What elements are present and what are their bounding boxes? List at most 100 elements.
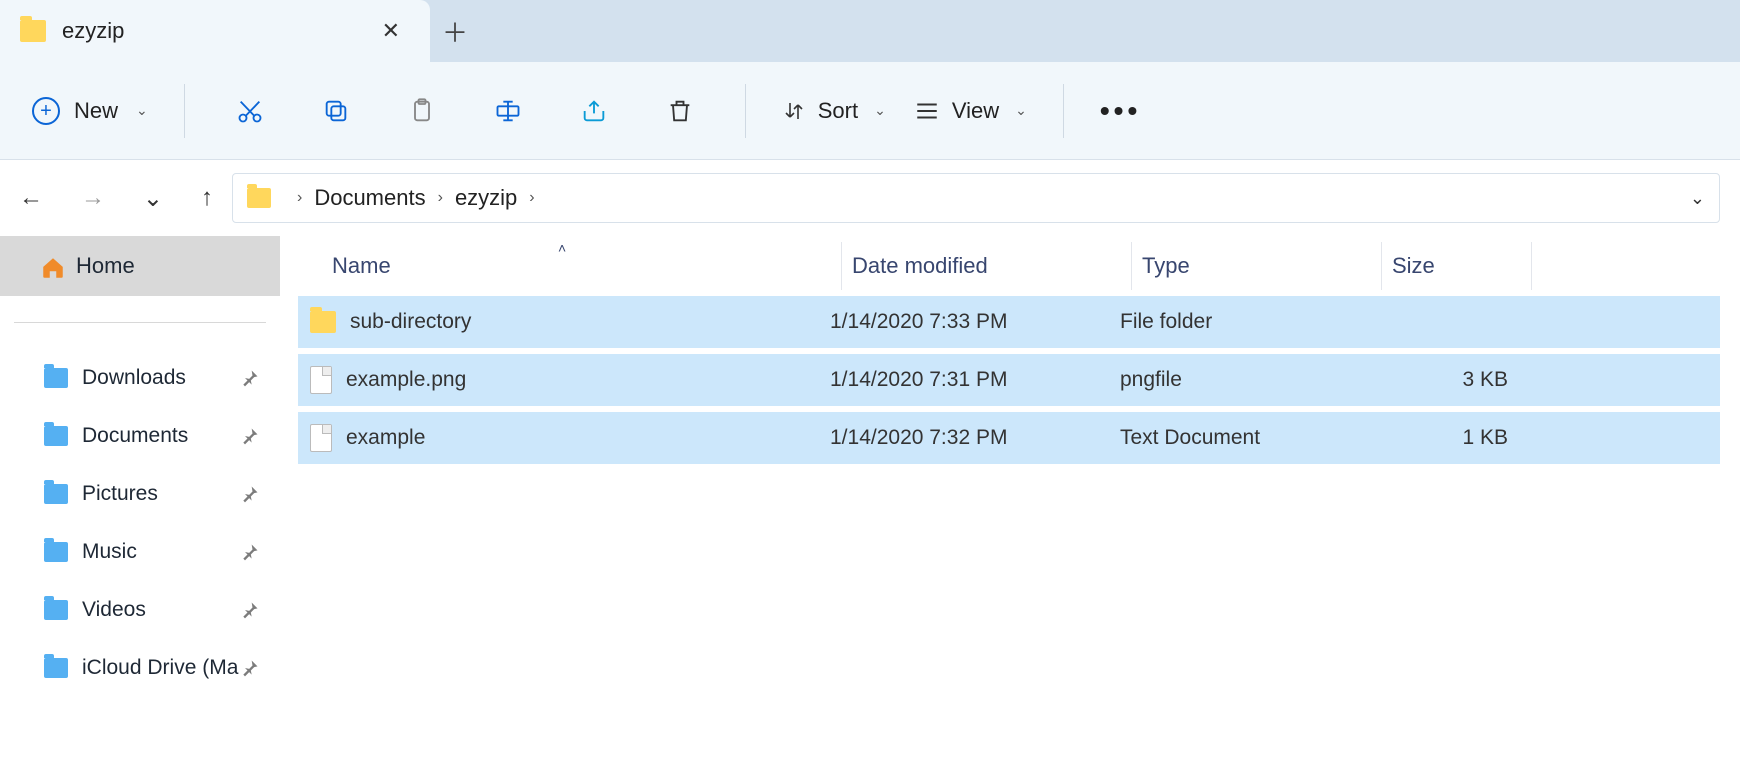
folder-icon (20, 20, 46, 42)
sidebar-item[interactable]: iCloud Drive (Ma (0, 639, 280, 697)
cell-type: Text Document (1120, 426, 1370, 450)
separator (184, 84, 185, 138)
sidebar-item[interactable]: Music (0, 523, 280, 581)
folder-icon (44, 368, 68, 388)
file-icon (310, 366, 332, 394)
sidebar: Home Downloads Documents Pictures Music … (0, 236, 280, 770)
cell-name: sub-directory (310, 310, 830, 334)
view-label: View (952, 98, 999, 124)
up-button[interactable]: ↑ (193, 180, 221, 216)
toolbar: + New ⌄ Sort ⌄ View ⌄ ••• (0, 62, 1740, 160)
sidebar-item-home[interactable]: Home (0, 236, 280, 296)
title-bar: ezyzip ✕ ＋ (0, 0, 1740, 62)
share-button[interactable] (571, 88, 617, 134)
cell-date: 1/14/2020 7:33 PM (830, 310, 1120, 334)
recent-locations-button[interactable]: ⌄ (135, 180, 171, 217)
sidebar-item-label: Pictures (82, 482, 158, 506)
column-date[interactable]: Date modified (842, 242, 1132, 290)
pin-icon (240, 484, 260, 504)
sidebar-item-label: Videos (82, 598, 146, 622)
paste-button[interactable] (399, 88, 445, 134)
cell-name: example.png (310, 366, 830, 394)
pin-icon (240, 542, 260, 562)
chevron-right-icon: › (438, 189, 443, 207)
table-row[interactable]: sub-directory 1/14/2020 7:33 PM File fol… (298, 296, 1720, 348)
new-button[interactable]: + New ⌄ (18, 89, 162, 133)
column-name[interactable]: Name (322, 242, 842, 290)
column-headers: ˄ Name Date modified Type Size (298, 242, 1720, 290)
table-row[interactable]: example 1/14/2020 7:32 PM Text Document … (298, 412, 1720, 464)
chevron-down-icon: ⌄ (136, 102, 148, 119)
sort-indicator-icon: ˄ (558, 240, 566, 256)
sidebar-item-label: Downloads (82, 366, 186, 390)
cut-button[interactable] (227, 88, 273, 134)
folder-icon (247, 188, 271, 208)
separator (745, 84, 746, 138)
file-list: sub-directory 1/14/2020 7:33 PM File fol… (298, 296, 1720, 464)
window-tab[interactable]: ezyzip ✕ (0, 0, 430, 62)
file-name: example (346, 426, 425, 450)
sidebar-item[interactable]: Downloads (0, 349, 280, 407)
folder-icon (44, 600, 68, 620)
forward-button[interactable]: → (73, 180, 113, 216)
sort-label: Sort (818, 98, 858, 124)
sidebar-item[interactable]: Videos (0, 581, 280, 639)
breadcrumb-item[interactable]: ezyzip (455, 185, 517, 211)
rename-button[interactable] (485, 88, 531, 134)
breadcrumb-item[interactable]: Documents (314, 185, 425, 211)
breadcrumb[interactable]: › Documents › ezyzip › ⌄ (232, 173, 1720, 223)
nav-row: ← → ⌄ ↑ › Documents › ezyzip › ⌄ (0, 160, 1740, 236)
nav-arrows: ← → ⌄ ↑ (0, 180, 232, 217)
sidebar-item-label: Music (82, 540, 137, 564)
chevron-down-icon: ⌄ (1015, 102, 1027, 119)
folder-icon (44, 658, 68, 678)
chevron-right-icon: › (297, 189, 302, 207)
content-pane: ˄ Name Date modified Type Size sub-direc… (280, 236, 1740, 770)
sidebar-item[interactable]: Documents (0, 407, 280, 465)
sidebar-home-label: Home (76, 253, 135, 279)
chevron-right-icon: › (529, 189, 534, 207)
tab-title: ezyzip (62, 18, 372, 44)
new-button-label: New (74, 98, 118, 124)
cell-date: 1/14/2020 7:31 PM (830, 368, 1120, 392)
cell-date: 1/14/2020 7:32 PM (830, 426, 1120, 450)
copy-button[interactable] (313, 88, 359, 134)
pin-icon (240, 600, 260, 620)
cell-type: pngfile (1120, 368, 1370, 392)
breadcrumb-dropdown[interactable]: ⌄ (1690, 188, 1705, 209)
separator (1063, 84, 1064, 138)
folder-icon (310, 311, 336, 333)
file-name: example.png (346, 368, 466, 392)
folder-icon (44, 484, 68, 504)
sidebar-item-label: Documents (82, 424, 188, 448)
file-icon (310, 424, 332, 452)
pin-icon (240, 658, 260, 678)
sort-button[interactable]: Sort ⌄ (782, 98, 886, 124)
close-tab-icon[interactable]: ✕ (372, 18, 410, 44)
cell-size: 1 KB (1370, 426, 1520, 450)
divider (14, 322, 266, 323)
folder-icon (44, 542, 68, 562)
cell-size: 3 KB (1370, 368, 1520, 392)
file-name: sub-directory (350, 310, 471, 334)
chevron-down-icon: ⌄ (874, 102, 886, 119)
back-button[interactable]: ← (11, 180, 51, 216)
main: Home Downloads Documents Pictures Music … (0, 236, 1740, 770)
folder-icon (44, 426, 68, 446)
cell-type: File folder (1120, 310, 1370, 334)
view-button[interactable]: View ⌄ (914, 98, 1027, 124)
home-icon (40, 255, 66, 277)
column-type[interactable]: Type (1132, 242, 1382, 290)
sidebar-item[interactable]: Pictures (0, 465, 280, 523)
table-row[interactable]: example.png 1/14/2020 7:31 PM pngfile 3 … (298, 354, 1720, 406)
sidebar-item-label: iCloud Drive (Ma (82, 656, 238, 680)
more-button[interactable]: ••• (1100, 95, 1141, 127)
cell-name: example (310, 424, 830, 452)
pin-icon (240, 426, 260, 446)
column-size[interactable]: Size (1382, 242, 1532, 290)
delete-button[interactable] (657, 88, 703, 134)
plus-icon: + (32, 97, 60, 125)
new-tab-button[interactable]: ＋ (430, 0, 480, 62)
pin-icon (240, 368, 260, 388)
sidebar-list: Downloads Documents Pictures Music Video… (0, 349, 280, 697)
